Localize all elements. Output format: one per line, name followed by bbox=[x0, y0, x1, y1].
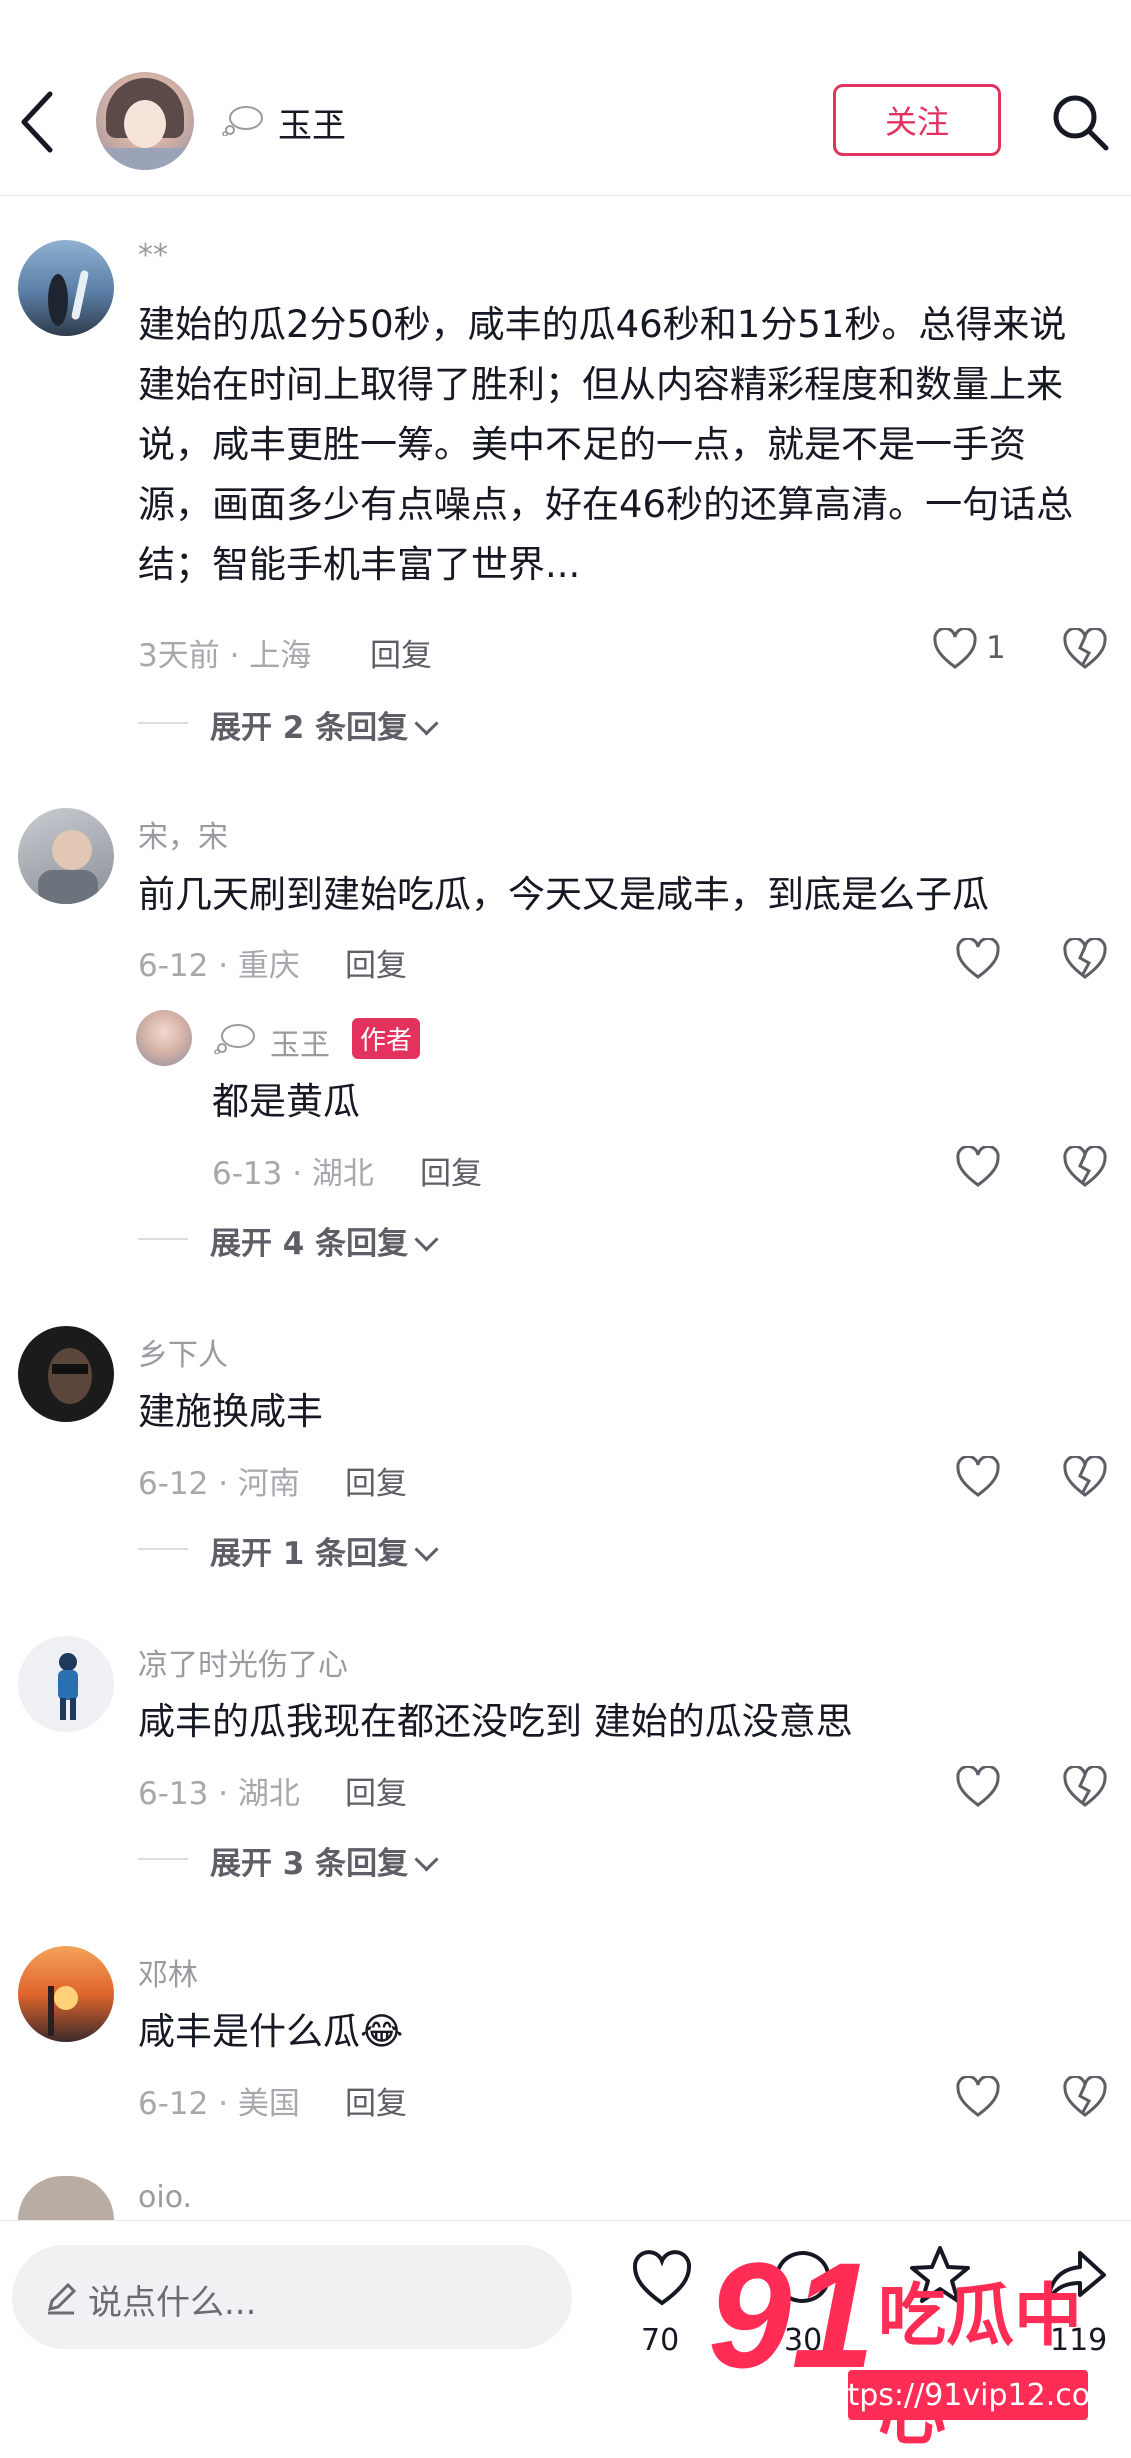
comment-time-location: 6-12 · 美国 bbox=[138, 2086, 300, 2122]
comment-text: 咸丰的瓜我现在都还没吃到 建始的瓜没意思 bbox=[138, 1700, 853, 1743]
dislike-icon[interactable] bbox=[1062, 1456, 1108, 1498]
commenter-name[interactable]: 凉了时光伤了心 bbox=[138, 1640, 348, 1684]
heart-icon[interactable] bbox=[955, 2076, 1001, 2118]
comment-text-content: 咸丰是什么瓜 bbox=[138, 2010, 360, 2053]
comment-text: 咸丰是什么瓜😂 bbox=[138, 2002, 1098, 2062]
heart-icon[interactable] bbox=[955, 1766, 1001, 1808]
reply-button[interactable]: 回复 bbox=[345, 1458, 407, 1503]
heart-icon[interactable] bbox=[955, 1146, 1001, 1188]
thought-bubble-icon bbox=[214, 1024, 255, 1054]
dislike-icon[interactable] bbox=[1062, 1766, 1108, 1808]
divider-line bbox=[138, 1238, 188, 1240]
chevron-down-icon bbox=[414, 711, 439, 736]
divider-line bbox=[138, 1548, 188, 1550]
comment-text: 前几天刷到建始吃瓜，今天又是咸丰，到底是么子瓜 bbox=[138, 873, 989, 916]
commenter-avatar[interactable] bbox=[18, 1636, 114, 1732]
chevron-down-icon bbox=[414, 1227, 439, 1252]
author-avatar[interactable] bbox=[136, 1010, 192, 1066]
commenter-avatar[interactable] bbox=[18, 1946, 114, 2042]
dislike-icon[interactable] bbox=[1062, 2076, 1108, 2118]
comment-text: 建始的瓜2分50秒，咸丰的瓜46秒和1分51秒。总得来说建始在时间上取得了胜利；… bbox=[138, 303, 1074, 586]
follow-button[interactable]: 关注 bbox=[833, 84, 1001, 156]
like-count: 70 bbox=[641, 2323, 680, 2358]
reply-button[interactable]: 回复 bbox=[420, 1148, 482, 1193]
comment-input[interactable]: 说点什么... bbox=[12, 2245, 572, 2349]
comment-time-location: 3天前 · 上海 bbox=[138, 638, 312, 674]
reply-button[interactable]: 回复 bbox=[345, 940, 407, 985]
author-name[interactable]: 玉玊 bbox=[278, 98, 346, 147]
comment-time-location: 6-12 · 河南 bbox=[138, 1466, 300, 1502]
expand-label: 展开 2 条回复 bbox=[210, 710, 409, 746]
dislike-icon[interactable] bbox=[1062, 628, 1108, 670]
reply-button[interactable]: 回复 bbox=[345, 1768, 407, 1813]
heart-icon[interactable] bbox=[932, 628, 978, 670]
divider-line bbox=[138, 722, 188, 724]
reply-text: 都是黄瓜 bbox=[212, 1080, 360, 1123]
commenter-avatar[interactable] bbox=[18, 808, 114, 904]
commenter-name[interactable]: oio. bbox=[138, 2180, 192, 2215]
expand-replies[interactable]: 展开 3 条回复 bbox=[210, 1838, 439, 1883]
chevron-down-icon bbox=[414, 1537, 439, 1562]
commenter-name[interactable]: 邓林 bbox=[138, 1950, 198, 1994]
expand-label: 展开 4 条回复 bbox=[210, 1226, 409, 1262]
author-badge: 作者 bbox=[352, 1018, 421, 1059]
expand-label: 展开 3 条回复 bbox=[210, 1846, 409, 1882]
comment-text: 建施换咸丰 bbox=[138, 1390, 323, 1433]
reply-button[interactable]: 回复 bbox=[370, 630, 432, 675]
expand-label: 展开 1 条回复 bbox=[210, 1536, 409, 1572]
commenter-name[interactable]: 乡下人 bbox=[138, 1330, 228, 1374]
search-icon[interactable] bbox=[1050, 92, 1110, 152]
heart-icon[interactable] bbox=[955, 1456, 1001, 1498]
like-heart-icon[interactable] bbox=[630, 2247, 694, 2311]
thought-bubble-icon bbox=[222, 106, 263, 136]
commenter-avatar[interactable] bbox=[18, 1326, 114, 1422]
dislike-icon[interactable] bbox=[1062, 938, 1108, 980]
dislike-icon[interactable] bbox=[1062, 1146, 1108, 1188]
commenter-avatar[interactable] bbox=[18, 240, 114, 336]
author-avatar[interactable] bbox=[96, 72, 194, 170]
chevron-down-icon bbox=[414, 1847, 439, 1872]
watermark-url: https://91vip12.com bbox=[817, 2370, 1119, 2420]
commenter-avatar[interactable] bbox=[18, 2176, 114, 2220]
reply-button[interactable]: 回复 bbox=[345, 2078, 407, 2123]
expand-replies[interactable]: 展开 4 条回复 bbox=[210, 1218, 439, 1263]
like-count: 1 bbox=[986, 630, 1006, 666]
commenter-name[interactable]: 宋，宋 bbox=[138, 812, 228, 856]
commenter-name[interactable]: ** bbox=[138, 238, 168, 273]
laughing-crying-emoji-icon: 😂 bbox=[360, 2010, 404, 2053]
site-watermark: 91 吃瓜中心 https://91vip12.com bbox=[708, 2230, 1131, 2455]
back-arrow-icon[interactable] bbox=[18, 90, 58, 154]
expand-replies[interactable]: 展开 2 条回复 bbox=[210, 702, 439, 747]
comment-time-location: 6-12 · 重庆 bbox=[138, 948, 300, 984]
comment-time-location: 6-13 · 湖北 bbox=[138, 1776, 300, 1812]
heart-icon[interactable] bbox=[955, 938, 1001, 980]
watermark-logo-text: 吃瓜中心 bbox=[878, 2277, 1083, 2455]
pencil-icon bbox=[47, 2282, 77, 2315]
comment-input-placeholder: 说点什么... bbox=[88, 2283, 257, 2323]
reply-time-location: 6-13 · 湖北 bbox=[212, 1156, 374, 1192]
expand-replies[interactable]: 展开 1 条回复 bbox=[210, 1528, 439, 1573]
divider-line bbox=[138, 1858, 188, 1860]
reply-author-name[interactable]: 玉玊 bbox=[270, 1020, 330, 1064]
top-bar: 玉玊 关注 bbox=[0, 0, 1131, 196]
